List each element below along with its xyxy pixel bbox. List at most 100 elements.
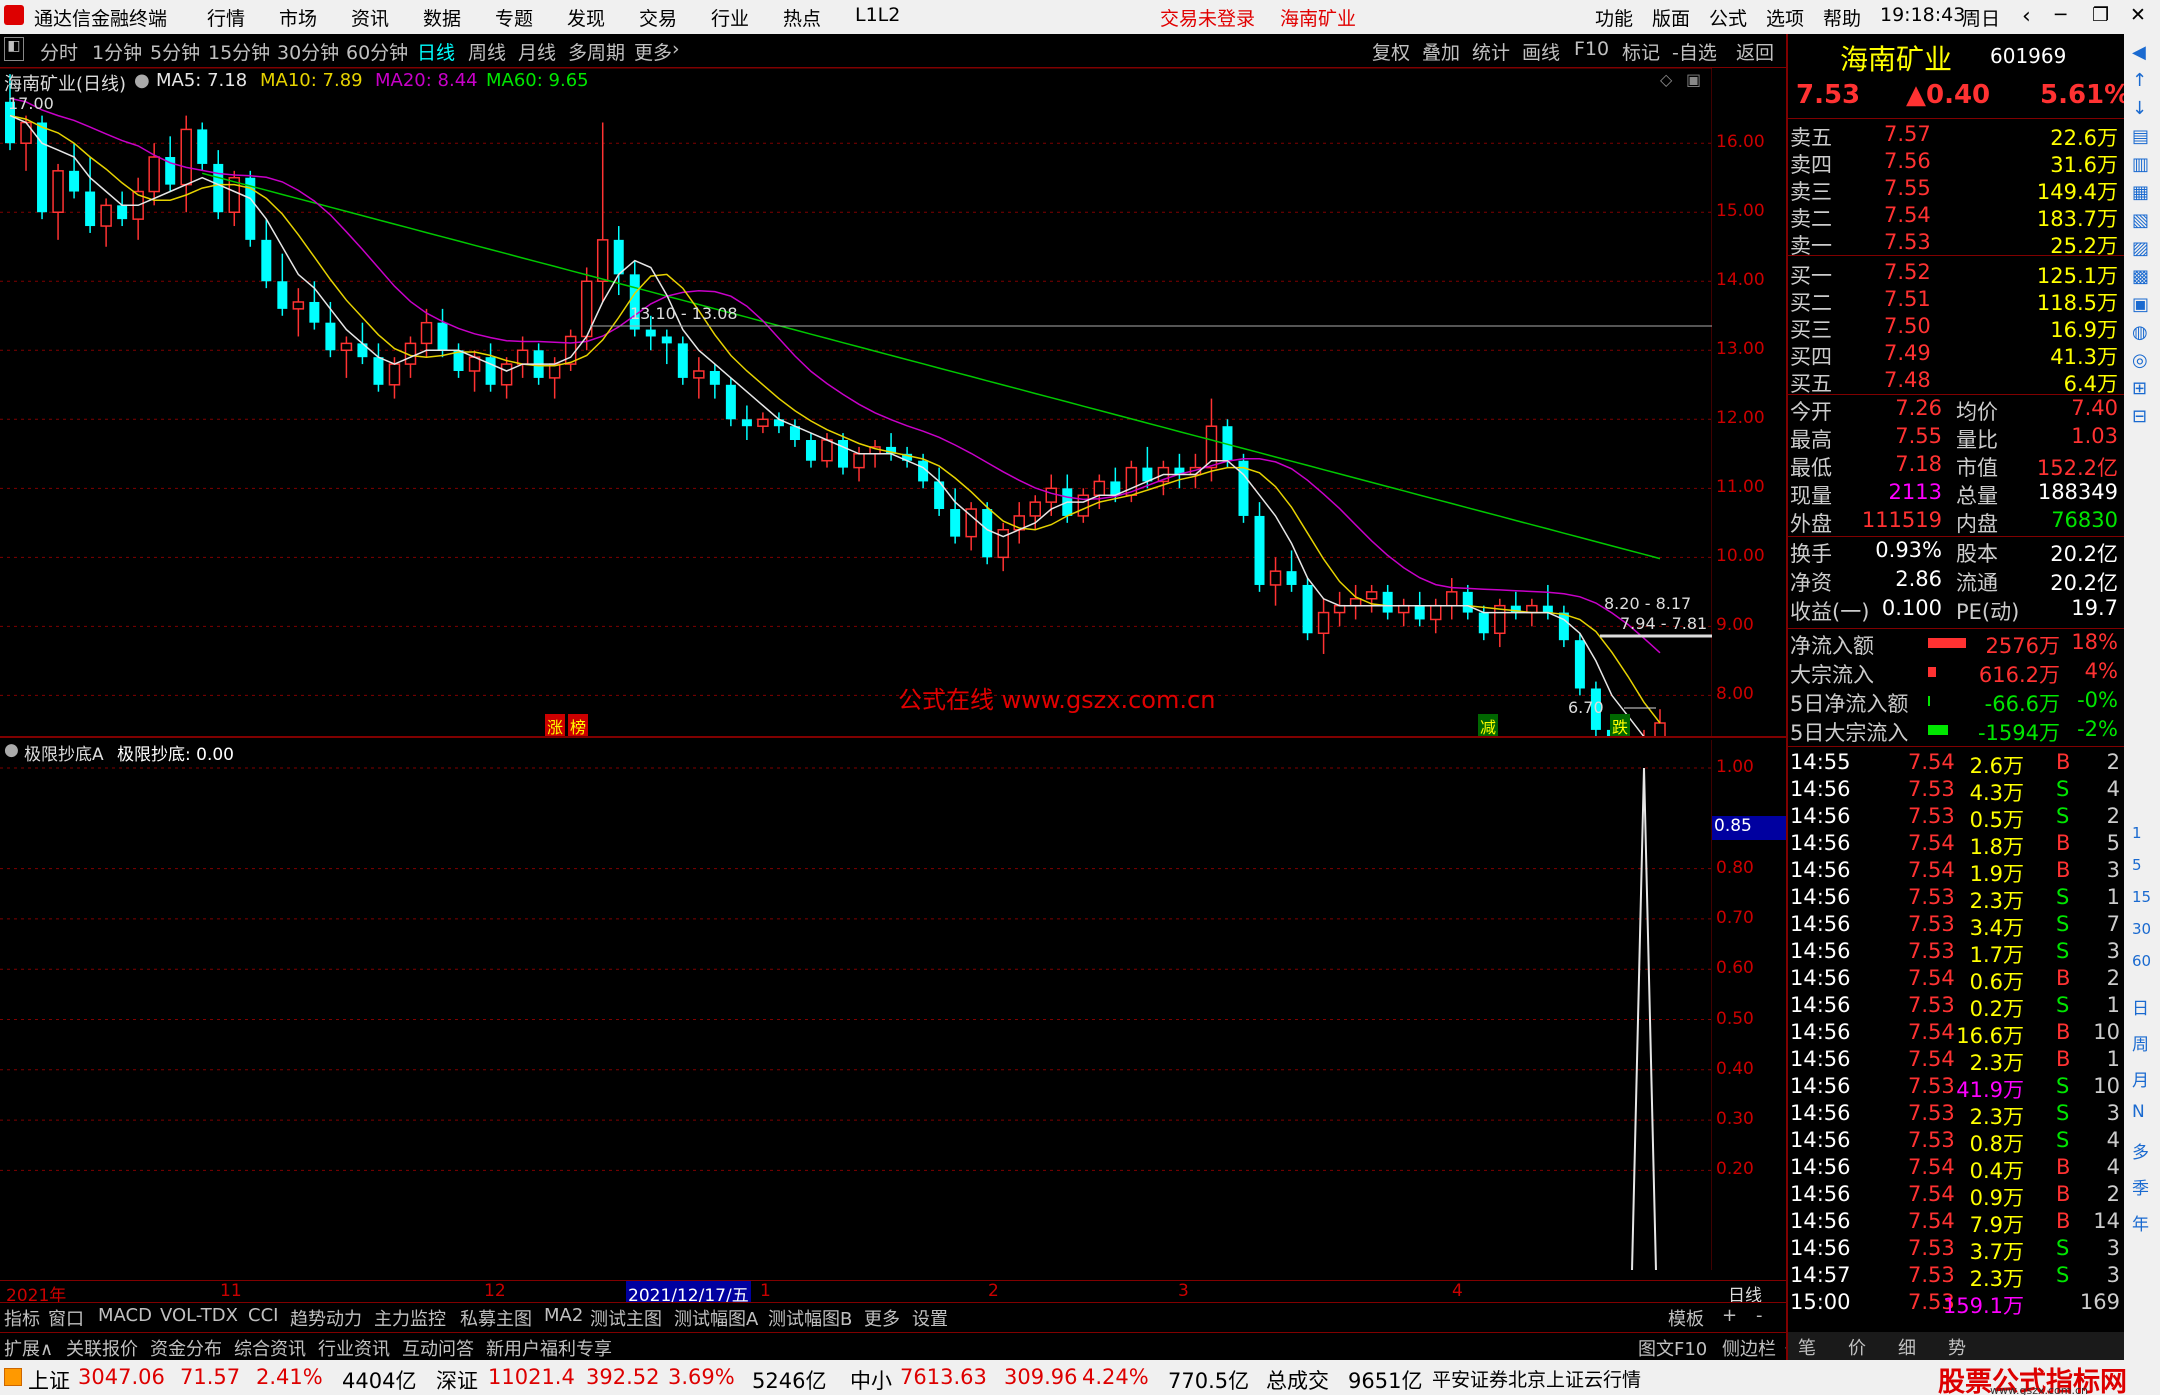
tab-related[interactable]: 关联报价	[66, 1335, 138, 1361]
toggle-icon[interactable]: ◧	[4, 37, 24, 61]
tab-cci[interactable]: CCI	[248, 1305, 278, 1326]
f10-button[interactable]: 图文F10	[1638, 1335, 1707, 1361]
minimize-icon[interactable]: ─	[2055, 4, 2066, 26]
tab-trend-small[interactable]: 势	[1948, 1334, 1966, 1360]
toolstrip-icon[interactable]: ↑	[2132, 70, 2147, 91]
toolstrip-icon[interactable]: ↓	[2132, 98, 2147, 119]
toolstrip-cycle[interactable]: 多	[2132, 1138, 2149, 1163]
toolstrip-icon[interactable]: ◍	[2132, 322, 2148, 343]
toolstrip-cycle[interactable]: 月	[2132, 1066, 2149, 1091]
tab-period-1m[interactable]: 1分钟	[92, 38, 142, 65]
tab-test-b[interactable]: 测试幅图B	[768, 1305, 852, 1331]
toolstrip-icon[interactable]: ⊟	[2132, 406, 2147, 427]
tab-indicator[interactable]: 指标	[4, 1305, 40, 1331]
marker-zhang[interactable]: 涨	[545, 714, 566, 738]
tab-period-fenshi[interactable]: 分时	[40, 38, 78, 65]
login-status[interactable]: 交易未登录	[1160, 4, 1255, 31]
tab-test-main[interactable]: 测试主图	[590, 1305, 662, 1331]
toolstrip-icon[interactable]: ⊞	[2132, 378, 2147, 399]
indicator-settings-icon[interactable]: ●	[4, 740, 19, 760]
tool-stats[interactable]: 统计	[1472, 38, 1510, 65]
toolstrip-period[interactable]: 1	[2132, 824, 2142, 842]
tool-watchlist[interactable]: -自选	[1672, 38, 1717, 65]
tab-capital[interactable]: 资金分布	[150, 1335, 222, 1361]
tab-prices[interactable]: 价	[1848, 1334, 1866, 1360]
toolstrip-icon[interactable]: ▩	[2132, 266, 2149, 287]
toolstrip-icon[interactable]: ▤	[2132, 126, 2149, 147]
menu-news[interactable]: 资讯	[351, 4, 389, 31]
add-button[interactable]: +	[1722, 1305, 1737, 1326]
toolstrip-icon[interactable]: ▣	[2132, 294, 2149, 315]
toolstrip-period[interactable]: 5	[2132, 856, 2142, 874]
tab-welfare[interactable]: 新用户福利专享	[486, 1335, 612, 1361]
toolstrip-icon[interactable]: ▨	[2132, 238, 2149, 259]
tab-period-5m[interactable]: 5分钟	[150, 38, 200, 65]
template-button[interactable]: 模板	[1668, 1305, 1704, 1331]
remove-button[interactable]: -	[1756, 1305, 1763, 1326]
tab-industry-news[interactable]: 行业资讯	[318, 1335, 390, 1361]
tab-period-60m[interactable]: 60分钟	[346, 38, 408, 65]
toolstrip-icon[interactable]: ◀	[2132, 42, 2146, 63]
tab-period-multi[interactable]: 多周期	[568, 38, 625, 65]
menu-options[interactable]: 选项	[1766, 4, 1804, 31]
menu-help[interactable]: 帮助	[1823, 4, 1861, 31]
menu-market[interactable]: 市场	[279, 4, 317, 31]
close-icon[interactable]: ✕	[2130, 4, 2146, 26]
tool-f10[interactable]: F10	[1574, 38, 1609, 60]
menu-topic[interactable]: 专题	[495, 4, 533, 31]
marker-bang[interactable]: 榜	[568, 714, 589, 738]
toolstrip-icon[interactable]: ▥	[2132, 154, 2149, 175]
tab-more-indicators[interactable]: 更多	[864, 1305, 900, 1331]
sh-label[interactable]: 上证	[28, 1365, 70, 1395]
toolstrip-cycle[interactable]: 年	[2132, 1210, 2149, 1235]
sidebar-toggle[interactable]: 侧边栏《	[1722, 1335, 1794, 1361]
tool-fuquan[interactable]: 复权	[1372, 38, 1410, 65]
sz-label[interactable]: 深证	[436, 1365, 478, 1395]
tab-vol[interactable]: VOL-TDX	[160, 1305, 238, 1326]
tab-detail[interactable]: 细	[1898, 1334, 1916, 1360]
tab-ticks[interactable]: 笔	[1798, 1334, 1816, 1360]
toolstrip-icon[interactable]: ▧	[2132, 210, 2149, 231]
menu-function[interactable]: 功能	[1595, 4, 1633, 31]
marker-jian[interactable]: 减	[1478, 714, 1499, 738]
tick-list[interactable]: 14:55 7.54 2.6万 B 2 14:56 7.53 4.3万 S 4 14:56 7.53 0…	[1788, 750, 2124, 1324]
tab-expand[interactable]: 扩展∧	[4, 1335, 53, 1361]
menu-l1l2[interactable]: L1L2	[855, 4, 900, 26]
menu-formula[interactable]: 公式	[1709, 4, 1747, 31]
toolstrip-cycle[interactable]: 季	[2132, 1174, 2149, 1199]
menu-discover[interactable]: 发现	[567, 4, 605, 31]
tab-ma2[interactable]: MA2	[544, 1305, 583, 1326]
tab-main-monitor[interactable]: 主力监控	[374, 1305, 446, 1331]
tab-test-a[interactable]: 测试幅图A	[674, 1305, 758, 1331]
tab-period-month[interactable]: 月线	[518, 38, 556, 65]
zx-label[interactable]: 中小	[850, 1365, 892, 1395]
menu-data[interactable]: 数据	[423, 4, 461, 31]
chart-diamond-icon[interactable]: ◇	[1660, 70, 1672, 89]
toolstrip-period[interactable]: 30	[2132, 920, 2151, 938]
toolstrip-cycle[interactable]: 周	[2132, 1030, 2149, 1055]
tab-period-30m[interactable]: 30分钟	[277, 38, 339, 65]
tool-overlay[interactable]: 叠加	[1422, 38, 1460, 65]
tab-settings[interactable]: 设置	[912, 1305, 948, 1331]
status-icon[interactable]	[4, 1368, 22, 1386]
tab-period-day[interactable]: 日线	[417, 38, 455, 65]
more-chevron-icon[interactable]: ›	[672, 38, 680, 60]
chart-close-icon[interactable]: ▣	[1686, 70, 1701, 89]
tab-macd[interactable]: MACD	[98, 1305, 152, 1326]
menu-hot[interactable]: 热点	[783, 4, 821, 31]
kline-panel[interactable]: 海南矿业(日线) ● MA5: 7.18 MA10: 7.89 MA20: 8.…	[0, 68, 1765, 738]
tool-draw[interactable]: 画线	[1522, 38, 1560, 65]
toolstrip-cycle[interactable]: 日	[2132, 994, 2149, 1019]
marker-die[interactable]: 跌	[1610, 714, 1631, 738]
tab-period-15m[interactable]: 15分钟	[208, 38, 270, 65]
tab-window[interactable]: 窗口	[48, 1305, 84, 1331]
menu-layout[interactable]: 版面	[1652, 4, 1690, 31]
back-icon[interactable]: ‹	[2022, 4, 2031, 29]
menu-trade[interactable]: 交易	[639, 4, 677, 31]
toolstrip-cycle[interactable]: N	[2132, 1102, 2145, 1122]
tab-trend[interactable]: 趋势动力	[290, 1305, 362, 1331]
tool-back[interactable]: 返回	[1736, 38, 1774, 65]
toolstrip-icon[interactable]: ◎	[2132, 350, 2148, 371]
tab-qa[interactable]: 互动问答	[402, 1335, 474, 1361]
tab-more[interactable]: 更多	[634, 38, 672, 65]
